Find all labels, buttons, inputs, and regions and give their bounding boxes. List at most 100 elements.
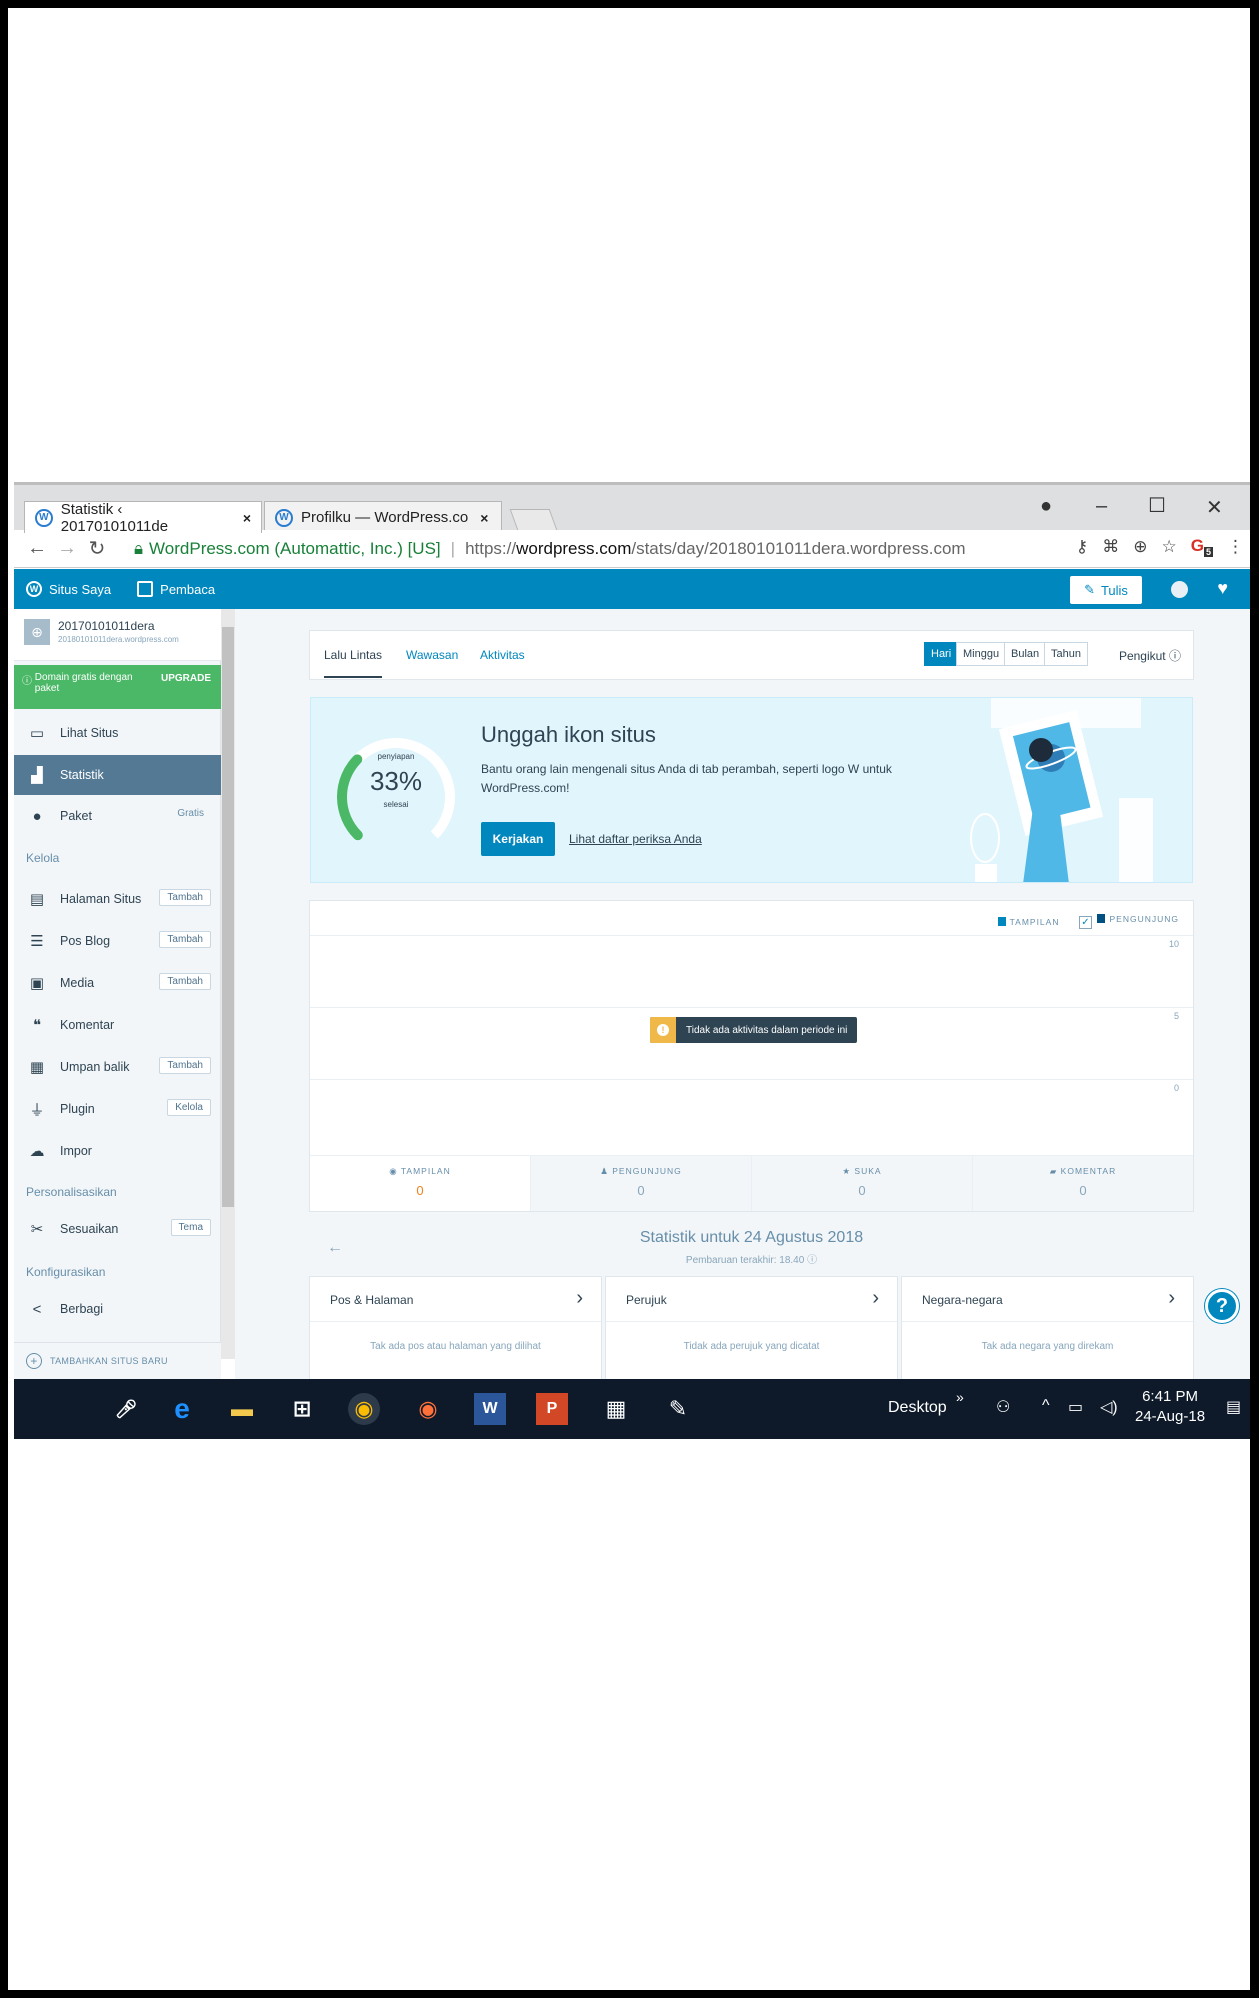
add-page-button[interactable]: Tambah — [159, 889, 211, 906]
sidebar-item-plan[interactable]: ● Paket Gratis — [14, 796, 221, 836]
powerpoint-icon[interactable]: P — [536, 1393, 568, 1425]
forward-icon[interactable]: → — [52, 537, 82, 560]
module-referrers[interactable]: Perujuk › Tidak ada perujuk yang dicatat — [606, 1277, 897, 1379]
chevron-right-icon[interactable]: › — [576, 1287, 583, 1310]
back-icon[interactable]: ← — [22, 537, 52, 560]
clock[interactable]: 6:41 PM 24-Aug-18 — [1135, 1387, 1205, 1427]
close-tab-icon[interactable]: × — [243, 510, 251, 526]
sidebar-item-label: Media — [60, 976, 95, 990]
add-media-button[interactable]: Tambah — [159, 973, 211, 990]
menu-icon[interactable]: ⋮ — [1227, 537, 1244, 557]
store-icon[interactable]: ⊞ — [286, 1393, 318, 1425]
desktop-toolbar[interactable]: Desktop — [888, 1399, 947, 1417]
y-tick-label: 0 — [1173, 1083, 1179, 1093]
tab-profilku[interactable]: W Profilku — WordPress.co × — [264, 501, 502, 533]
add-new-site-button[interactable]: + TAMBAHKAN SITUS BARU — [14, 1342, 221, 1379]
maximize-icon[interactable]: ☐ — [1148, 493, 1166, 518]
summary-tab-visitors[interactable]: ♟ PENGUNJUNG 0 — [531, 1156, 752, 1211]
action-center-icon[interactable]: ▤ — [1226, 1397, 1241, 1417]
sidebar-item-label: Statistik — [60, 768, 104, 782]
screenshot: W Statistik ‹ 20170101011de × W Profilku… — [14, 482, 1250, 1474]
sidebar-item-comments[interactable]: ❝ Komentar — [14, 1005, 221, 1045]
legend-visitors[interactable]: ✓ PENGUNJUNG — [1079, 914, 1179, 929]
sidebar-item-feedback[interactable]: ▦ Umpan balik Tambah — [14, 1047, 221, 1087]
minimize-icon[interactable]: – — [1096, 495, 1107, 518]
word-icon[interactable]: W — [474, 1393, 506, 1425]
firefox-icon[interactable]: ◉ — [412, 1393, 444, 1425]
y-tick-label: 5 — [1173, 1011, 1179, 1021]
module-countries[interactable]: Negara-negara › Tak ada negara yang dire… — [902, 1277, 1193, 1379]
period-week[interactable]: Minggu — [956, 642, 1007, 666]
paint-icon[interactable]: ✎ — [662, 1393, 694, 1425]
summary-tab-likes[interactable]: ★ SUKA 0 — [752, 1156, 973, 1211]
avatar[interactable] — [1171, 581, 1188, 598]
manage-plugins-button[interactable]: Kelola — [167, 1099, 211, 1116]
notifications-icon[interactable]: ♥ — [1217, 578, 1228, 599]
add-post-button[interactable]: Tambah — [159, 931, 211, 948]
upgrade-text: Domain gratis dengan paket — [34, 672, 133, 694]
sidebar-item-plugins[interactable]: ⏚ Plugin Kelola — [14, 1089, 221, 1129]
edge-icon[interactable]: e — [166, 1393, 198, 1425]
address-bar: ← → ↻ 🔒︎ WordPress.com (Automattic, Inc.… — [14, 530, 1250, 568]
close-tab-icon[interactable]: × — [480, 510, 488, 526]
module-posts-pages[interactable]: Pos & Halaman › Tak ada pos atau halaman… — [310, 1277, 601, 1379]
view-checklist-link[interactable]: Lihat daftar periksa Anda — [569, 832, 702, 846]
sidebar-item-stats[interactable]: ▟ Statistik — [14, 755, 221, 795]
sidebar-item-label: Pos Blog — [60, 934, 111, 948]
period-day[interactable]: Hari — [924, 642, 959, 666]
chevron-expand-icon[interactable]: » — [956, 1389, 964, 1405]
cert-org: WordPress.com (Automattic, Inc.) [US] — [149, 539, 441, 558]
write-button[interactable]: ✎ Tulis — [1070, 576, 1142, 604]
file-explorer-icon[interactable]: ▬ — [226, 1393, 258, 1425]
summary-tab-comments[interactable]: ▰ KOMENTAR 0 — [973, 1156, 1193, 1211]
close-window-icon[interactable]: ✕ — [1206, 495, 1223, 520]
chevron-up-icon[interactable]: ^ — [1042, 1397, 1050, 1415]
summary-value: 0 — [858, 1183, 866, 1198]
upgrade-nudge[interactable]: ⓘ Domain gratis dengan paket UPGRADE — [14, 665, 221, 709]
add-feedback-button[interactable]: Tambah — [159, 1057, 211, 1074]
sidebar-item-posts[interactable]: ☰ Pos Blog Tambah — [14, 921, 221, 961]
star-icon[interactable]: ☆ — [1162, 537, 1177, 557]
sidebar-item-import[interactable]: ☁ Impor — [14, 1131, 221, 1171]
legend-views[interactable]: TAMPILAN — [997, 916, 1060, 927]
summary-tab-views[interactable]: ◉ TAMPILAN 0 — [310, 1156, 531, 1211]
tab-traffic[interactable]: Lalu Lintas — [324, 648, 383, 678]
scrollbar-thumb[interactable] — [222, 627, 234, 1207]
themes-button[interactable]: Tema — [170, 1219, 211, 1236]
extension-icon[interactable]: G5 — [1191, 536, 1213, 558]
network-icon[interactable]: ▭ — [1068, 1397, 1083, 1417]
chrome-icon[interactable]: ◉ — [348, 1393, 380, 1425]
followers-link[interactable]: Pengikut ⓘ — [1119, 647, 1181, 664]
translate-icon[interactable]: ⌘ — [1102, 537, 1119, 557]
period-year[interactable]: Tahun — [1044, 642, 1088, 666]
tab-statistik[interactable]: W Statistik ‹ 20170101011de × — [24, 501, 262, 535]
do-it-button[interactable]: Kerjakan — [481, 822, 555, 856]
tab-activity[interactable]: Aktivitas — [480, 648, 525, 662]
people-icon[interactable]: ⚇ — [996, 1397, 1010, 1417]
chevron-right-icon[interactable]: › — [1168, 1287, 1175, 1310]
sidebar-item-customize[interactable]: ✂ Sesuaikan Tema — [14, 1209, 221, 1249]
sidebar: ⊕ 20170101011dera 20180101011dera.wordpr… — [14, 609, 221, 1379]
zoom-icon[interactable]: ⊕ — [1133, 537, 1147, 557]
chevron-right-icon[interactable]: › — [872, 1287, 879, 1310]
help-button[interactable]: ? — [1205, 1289, 1239, 1323]
sidebar-scrollbar[interactable] — [221, 609, 235, 1359]
reload-icon[interactable]: ↻ — [82, 536, 112, 561]
key-icon[interactable]: ⚷ — [1076, 537, 1088, 557]
microphone-icon[interactable]: 🎤︎ — [110, 1393, 142, 1425]
period-month[interactable]: Bulan — [1004, 642, 1047, 666]
sidebar-item-sharing[interactable]: < Berbagi — [14, 1289, 221, 1329]
visitors-checkbox[interactable]: ✓ — [1079, 916, 1093, 929]
sidebar-item-label: Berbagi — [60, 1302, 104, 1316]
sidebar-item-pages[interactable]: ▤ Halaman Situs Tambah — [14, 879, 221, 919]
sidebar-item-media[interactable]: ▣ Media Tambah — [14, 963, 221, 1003]
calculator-icon[interactable]: ▦ — [600, 1393, 632, 1425]
my-sites-button[interactable]: W Situs Saya — [26, 581, 111, 597]
profile-icon[interactable]: ● — [1040, 495, 1052, 518]
reader-button[interactable]: Pembaca — [137, 581, 215, 597]
volume-icon[interactable]: ◁) — [1100, 1397, 1118, 1417]
tab-insights[interactable]: Wawasan — [406, 648, 458, 662]
site-card[interactable]: ⊕ 20170101011dera 20180101011dera.wordpr… — [14, 609, 221, 661]
views-swatch — [997, 916, 1006, 926]
sidebar-item-view-site[interactable]: ▭ Lihat Situs — [14, 713, 221, 753]
